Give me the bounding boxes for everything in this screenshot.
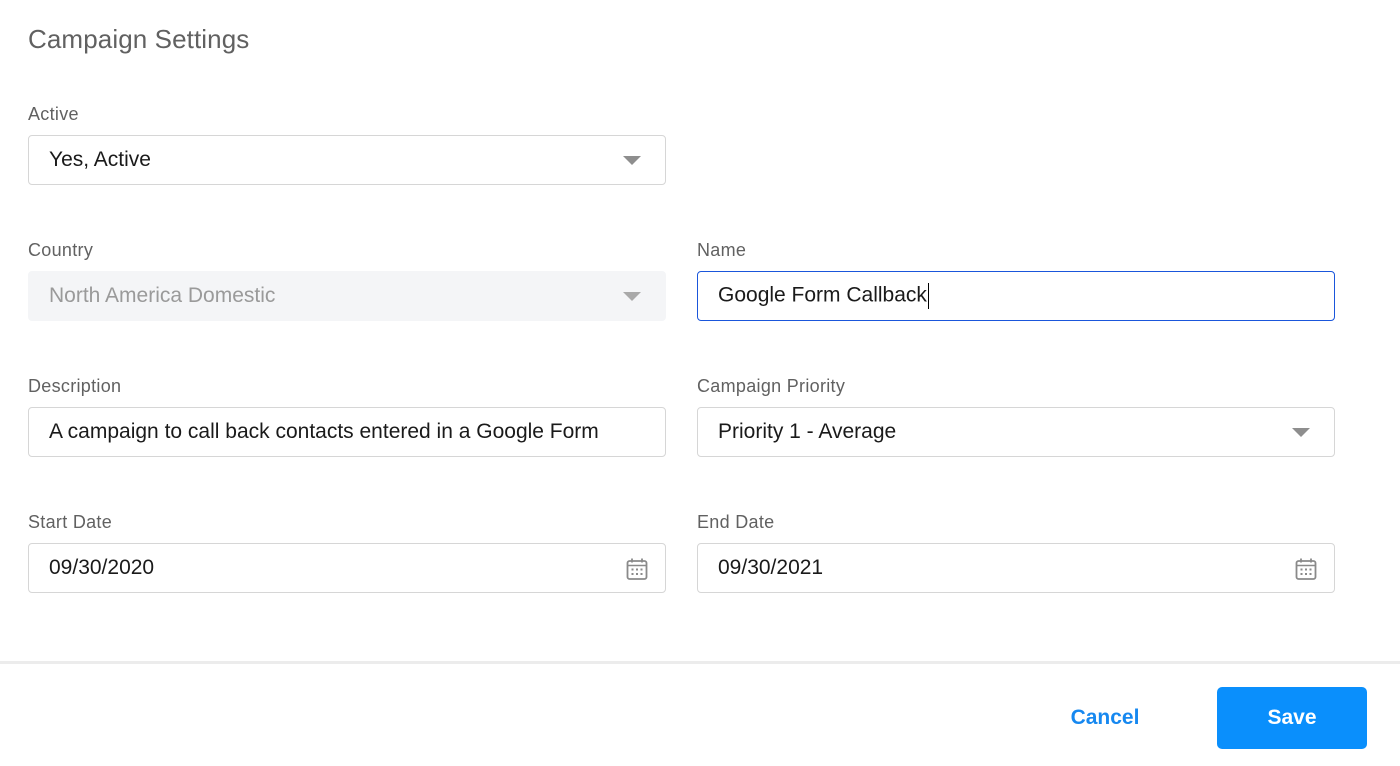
name-label: Name — [697, 240, 747, 260]
name-input[interactable]: Google Form Callback — [697, 271, 1335, 321]
priority-select-value: Priority 1 - Average — [718, 420, 897, 443]
description-input[interactable]: A campaign to call back contacts entered… — [28, 407, 666, 457]
page-title: Campaign Settings — [28, 24, 250, 54]
dropdown-arrow-icon[interactable] — [623, 156, 641, 165]
start-date-input[interactable]: 09/30/2020 — [28, 543, 666, 593]
priority-field: Campaign Priority Priority 1 - Average — [697, 376, 1335, 457]
active-field: Active Yes, Active — [28, 104, 666, 185]
name-input-value: Google Form Callback — [718, 283, 927, 307]
active-label: Active — [28, 104, 79, 124]
name-field: Name Google Form Callback — [697, 240, 1335, 321]
calendar-icon[interactable] — [1295, 557, 1317, 581]
text-cursor — [927, 283, 930, 309]
start-date-value: 09/30/2020 — [49, 556, 155, 579]
campaign-settings-page: Campaign Settings Active Yes, Active Cou… — [0, 0, 1400, 766]
description-input-value: A campaign to call back contacts entered… — [49, 420, 599, 443]
footer-divider — [0, 661, 1400, 664]
description-label: Description — [28, 376, 122, 396]
calendar-icon[interactable] — [626, 557, 648, 581]
save-button[interactable]: Save — [1217, 687, 1367, 749]
dropdown-arrow-icon — [623, 292, 641, 301]
priority-select[interactable]: Priority 1 - Average — [697, 407, 1335, 457]
start-date-field: Start Date 09/30/2020 — [28, 512, 666, 593]
active-select-value: Yes, Active — [49, 148, 151, 171]
description-field: Description A campaign to call back cont… — [28, 376, 666, 457]
country-select-value: North America Domestic — [49, 284, 276, 307]
end-date-value: 09/30/2021 — [718, 556, 824, 579]
end-date-field: End Date 09/30/2021 — [697, 512, 1335, 593]
dropdown-arrow-icon[interactable] — [1292, 428, 1310, 437]
cancel-button[interactable]: Cancel — [1040, 692, 1170, 744]
country-select: North America Domestic — [28, 271, 666, 321]
country-field: Country North America Domestic — [28, 240, 666, 321]
active-select[interactable]: Yes, Active — [28, 135, 666, 185]
end-date-input[interactable]: 09/30/2021 — [697, 543, 1335, 593]
country-label: Country — [28, 240, 94, 260]
end-date-label: End Date — [697, 512, 775, 532]
start-date-label: Start Date — [28, 512, 113, 532]
priority-label: Campaign Priority — [697, 376, 846, 396]
